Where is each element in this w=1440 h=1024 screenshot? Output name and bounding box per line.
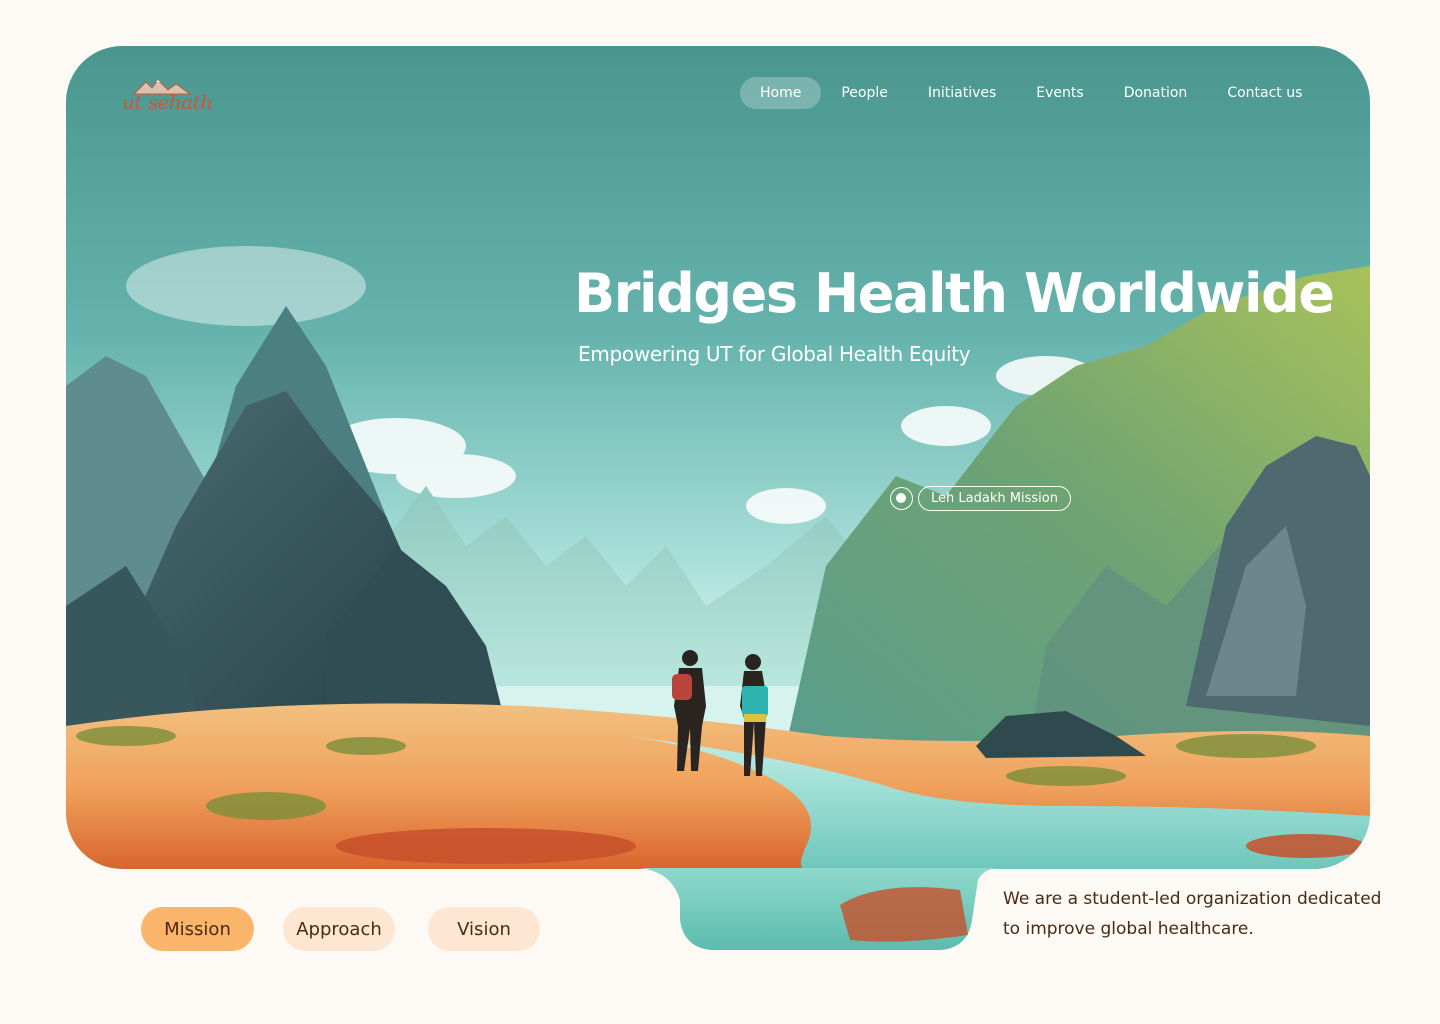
nav-people[interactable]: People: [821, 77, 908, 109]
brand-logo[interactable]: ut sehath: [120, 76, 213, 118]
location-tag[interactable]: Leh Ladakh Mission: [918, 486, 1071, 511]
nav-events[interactable]: Events: [1016, 77, 1103, 109]
nav-donation[interactable]: Donation: [1104, 77, 1208, 109]
vision-tab[interactable]: Vision: [428, 907, 540, 951]
hero-landscape-illustration: [66, 46, 1370, 869]
hero-banner: [66, 46, 1370, 869]
landing-page: ut sehath Home People Initiatives Events…: [0, 0, 1440, 1024]
nav-home[interactable]: Home: [740, 77, 822, 109]
nav-initiatives[interactable]: Initiatives: [908, 77, 1016, 109]
nav-contact-us[interactable]: Contact us: [1207, 77, 1322, 109]
approach-tab[interactable]: Approach: [283, 907, 395, 951]
hero-title: Bridges Health Worldwide: [574, 262, 1335, 325]
location-marker-icon[interactable]: [890, 487, 913, 510]
logo-wordmark: ut sehath: [122, 90, 213, 114]
hero-subtitle: Empowering UT for Global Health Equity: [578, 342, 971, 366]
mission-tab[interactable]: Mission: [141, 907, 254, 951]
main-nav: Home People Initiatives Events Donation …: [740, 77, 1322, 109]
organization-tagline: We are a student-led organization dedica…: [1003, 889, 1382, 939]
